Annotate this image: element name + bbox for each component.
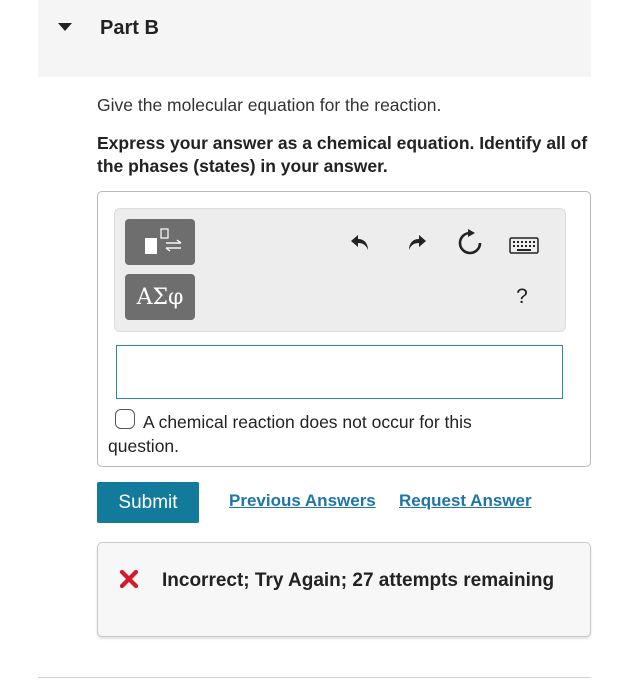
templates-button[interactable] (125, 219, 195, 265)
undo-icon[interactable] (348, 230, 372, 254)
question-prompt: Give the molecular equation for the reac… (97, 95, 442, 115)
templates-icon (145, 228, 182, 254)
no-reaction-checkbox[interactable] (115, 409, 135, 429)
previous-answers-link[interactable]: Previous Answers (229, 491, 376, 511)
reset-icon[interactable] (456, 229, 484, 257)
keyboard-icon[interactable] (509, 235, 539, 255)
help-button[interactable]: ? (512, 285, 532, 311)
request-answer-link[interactable]: Request Answer (399, 491, 532, 511)
question-instruction: Express your answer as a chemical equati… (97, 133, 588, 176)
redo-icon[interactable] (405, 230, 429, 254)
part-title: Part B (100, 17, 159, 39)
x-icon (119, 569, 139, 589)
submit-button[interactable]: Submit (97, 482, 199, 523)
collapse-caret-icon[interactable] (58, 23, 72, 31)
answer-input[interactable] (116, 345, 563, 399)
symbols-button[interactable]: ΑΣφ (125, 274, 195, 320)
bottom-divider (38, 677, 591, 678)
feedback-message: Incorrect; Try Again; 27 attempts remain… (162, 570, 555, 591)
no-reaction-label: A chemical reaction does not occur for t… (108, 412, 472, 456)
